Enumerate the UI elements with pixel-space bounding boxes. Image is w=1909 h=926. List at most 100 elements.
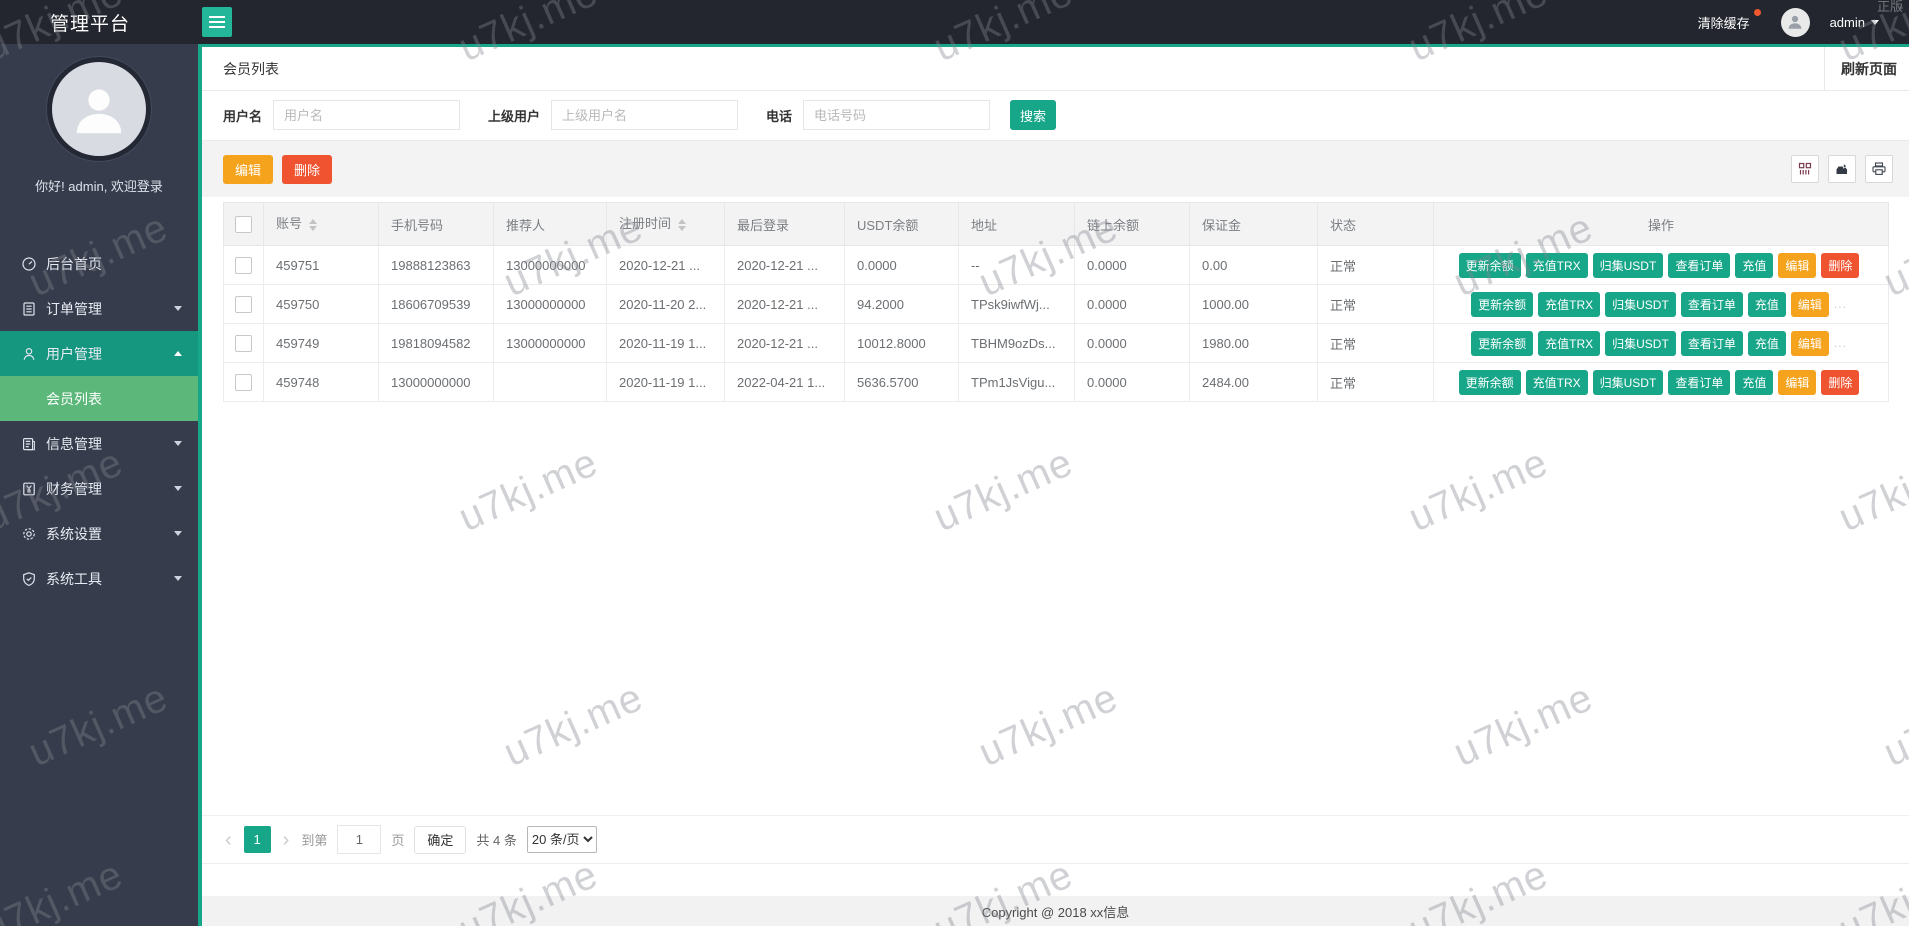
column-header-9: 状态	[1318, 203, 1434, 246]
row-checkbox[interactable]	[235, 374, 252, 391]
greeting-text: 你好! admin, 欢迎登录	[0, 176, 198, 195]
delete-button[interactable]: 删除	[282, 155, 332, 184]
sidebar-item-label: 系统工具	[46, 569, 102, 589]
action-button-5[interactable]: 编辑	[1778, 253, 1816, 278]
column-header-label: 账号	[276, 216, 302, 231]
sidebar-item-tools[interactable]: 系统工具	[0, 556, 198, 601]
cell-referrer	[494, 363, 607, 402]
prev-page-button[interactable]: ‹	[223, 830, 234, 850]
per-page-select[interactable]: 20 条/页	[527, 826, 597, 853]
user-avatar[interactable]	[1781, 8, 1810, 37]
cell-referrer: 13000000000	[494, 246, 607, 285]
action-button-6[interactable]: 删除	[1821, 253, 1859, 278]
cell-address: TBHM9ozDs...	[959, 324, 1075, 363]
action-button-2[interactable]: 归集USDT	[1593, 370, 1664, 395]
username-input[interactable]	[273, 100, 460, 130]
columns-icon[interactable]	[1791, 155, 1819, 183]
column-header-1: 手机号码	[379, 203, 494, 246]
sidebar-item-home[interactable]: 后台首页	[0, 241, 198, 286]
clear-cache-button[interactable]: 清除缓存	[1698, 13, 1761, 32]
settings-icon	[20, 525, 37, 542]
member-table-wrap: 账号手机号码推荐人注册时间最后登录USDT余额地址链上余额保证金状态操作 459…	[202, 197, 1909, 402]
goto-page-input[interactable]	[337, 825, 381, 854]
action-button-5[interactable]: 编辑	[1778, 370, 1816, 395]
action-button-0[interactable]: 更新余额	[1471, 331, 1533, 356]
dashboard-icon	[20, 255, 37, 272]
sidebar-item-settings[interactable]: 系统设置	[0, 511, 198, 556]
page-1-button[interactable]: 1	[244, 826, 271, 853]
action-button-3[interactable]: 查看订单	[1681, 331, 1743, 356]
select-all-header	[224, 203, 264, 246]
cell-registered: 2020-11-19 1...	[607, 324, 725, 363]
action-button-3[interactable]: 查看订单	[1668, 370, 1730, 395]
action-button-0[interactable]: 更新余额	[1459, 253, 1521, 278]
phone-input[interactable]	[803, 100, 990, 130]
row-checkbox[interactable]	[235, 257, 252, 274]
edit-button[interactable]: 编辑	[223, 155, 273, 184]
sidebar-item-label: 后台首页	[46, 254, 102, 274]
column-header-3[interactable]: 注册时间	[607, 203, 725, 246]
action-button-2[interactable]: 归集USDT	[1605, 331, 1676, 356]
column-header-6: 地址	[959, 203, 1075, 246]
action-button-4[interactable]: 充值	[1748, 331, 1786, 356]
content-spacer	[202, 402, 1909, 815]
print-icon[interactable]	[1865, 155, 1893, 183]
parent-user-label: 上级用户	[488, 106, 540, 125]
sidebar: 你好! admin, 欢迎登录 后台首页订单管理用户管理会员列表信息管理财务管理…	[0, 44, 198, 926]
cell-chain_balance: 0.0000	[1075, 285, 1190, 324]
search-button[interactable]: 搜索	[1010, 100, 1056, 130]
cell-address: TPsk9iwfWj...	[959, 285, 1075, 324]
user-menu[interactable]: admin	[1830, 15, 1879, 30]
app-title: 管理平台	[0, 9, 198, 36]
cell-chain_balance: 0.0000	[1075, 246, 1190, 285]
action-button-0[interactable]: 更新余额	[1459, 370, 1521, 395]
action-button-1[interactable]: 充值TRX	[1526, 253, 1588, 278]
cell-phone: 13000000000	[379, 363, 494, 402]
action-button-4[interactable]: 充值	[1735, 370, 1773, 395]
column-header-label: 注册时间	[619, 216, 671, 231]
sidebar-item-label: 用户管理	[46, 344, 102, 364]
parent-user-input[interactable]	[551, 100, 738, 130]
sidebar-item-finance[interactable]: 财务管理	[0, 466, 198, 511]
action-button-1[interactable]: 充值TRX	[1538, 331, 1600, 356]
action-button-4[interactable]: 充值	[1735, 253, 1773, 278]
username-label: 用户名	[223, 106, 262, 125]
action-button-6[interactable]: 删除	[1821, 370, 1859, 395]
select-all-checkbox[interactable]	[235, 216, 252, 233]
chevron-down-icon	[174, 576, 182, 585]
action-button-2[interactable]: 归集USDT	[1593, 253, 1664, 278]
action-button-5[interactable]: 编辑	[1791, 331, 1829, 356]
chevron-down-icon	[1871, 20, 1879, 29]
action-button-3[interactable]: 查看订单	[1681, 292, 1743, 317]
cell-chain_balance: 0.0000	[1075, 363, 1190, 402]
footer: Copyright @ 2018 xx信息	[202, 896, 1909, 926]
sort-icon[interactable]	[678, 215, 686, 235]
action-button-5[interactable]: 编辑	[1791, 292, 1829, 317]
column-header-label: 手机号码	[391, 218, 443, 233]
cell-actions: 更新余额充值TRX归集USDT查看订单充值编辑删除	[1434, 363, 1889, 402]
chevron-down-icon	[174, 531, 182, 540]
cell-actions: 更新余额充值TRX归集USDT查看订单充值编辑删除	[1434, 246, 1889, 285]
action-button-0[interactable]: 更新余额	[1471, 292, 1533, 317]
sort-icon[interactable]	[309, 215, 317, 235]
next-page-button[interactable]: ›	[281, 830, 292, 850]
action-button-1[interactable]: 充值TRX	[1538, 292, 1600, 317]
sidebar-subitem-member-list[interactable]: 会员列表	[0, 376, 198, 421]
row-checkbox[interactable]	[235, 296, 252, 313]
refresh-page-button[interactable]: 刷新页面	[1824, 47, 1909, 90]
column-header-0[interactable]: 账号	[264, 203, 379, 246]
sidebar-item-info[interactable]: 信息管理	[0, 421, 198, 466]
action-button-4[interactable]: 充值	[1748, 292, 1786, 317]
action-button-3[interactable]: 查看订单	[1668, 253, 1730, 278]
action-button-1[interactable]: 充值TRX	[1526, 370, 1588, 395]
export-icon[interactable]	[1828, 155, 1856, 183]
cell-phone: 19888123863	[379, 246, 494, 285]
sidebar-item-orders[interactable]: 订单管理	[0, 286, 198, 331]
goto-confirm-button[interactable]: 确定	[414, 826, 466, 854]
row-checkbox[interactable]	[235, 335, 252, 352]
copyright-text: Copyright @ 2018 xx信息	[982, 902, 1130, 921]
actions-overflow: ...	[1834, 297, 1847, 311]
menu-toggle-button[interactable]	[202, 7, 232, 37]
sidebar-item-users[interactable]: 用户管理	[0, 331, 198, 376]
action-button-2[interactable]: 归集USDT	[1605, 292, 1676, 317]
